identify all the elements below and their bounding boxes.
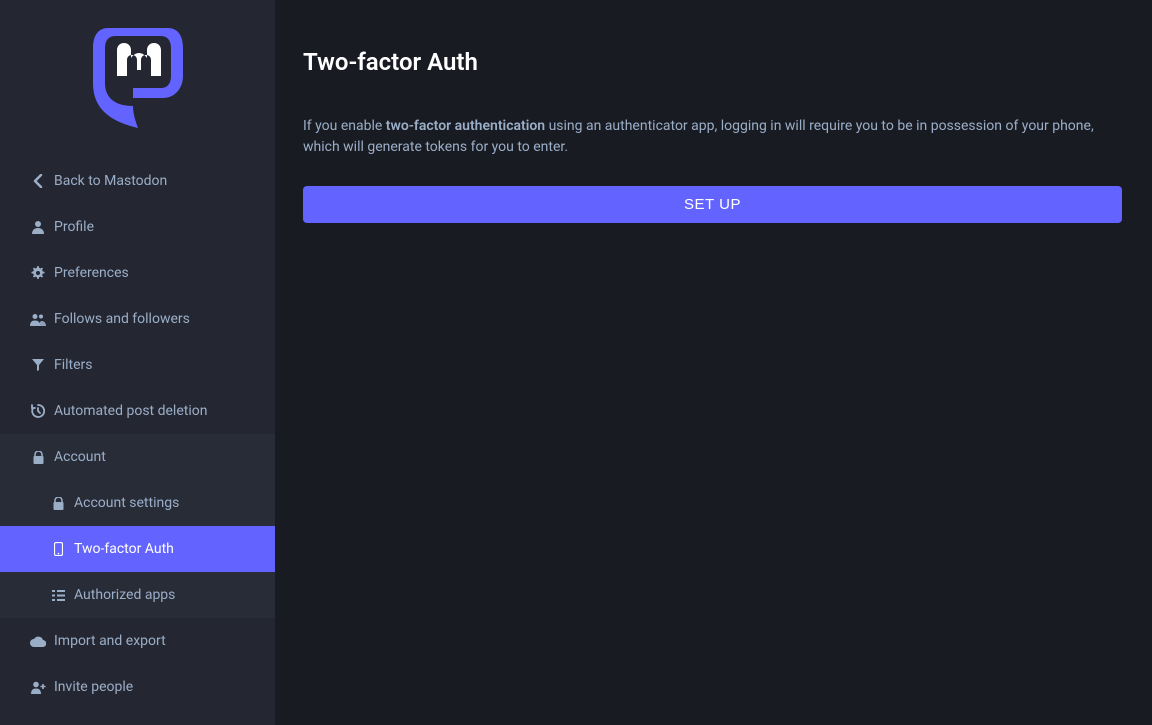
sidebar-item-label: Filters (54, 357, 93, 373)
description-bold: two-factor authentication (386, 118, 545, 134)
sidebar-item-label: Profile (54, 219, 94, 235)
sidebar-item-label: Automated post deletion (54, 403, 207, 419)
sidebar-item-two-factor-auth[interactable]: Two-factor Auth (0, 526, 275, 572)
logo-container (0, 0, 275, 158)
sidebar-item-label: Authorized apps (74, 587, 175, 603)
sidebar-item-account-settings[interactable]: Account settings (0, 480, 275, 526)
users-icon (30, 311, 46, 327)
filter-icon (30, 357, 46, 373)
sidebar-item-preferences[interactable]: Preferences (0, 250, 275, 296)
sidebar-item-account[interactable]: Account (0, 434, 275, 480)
sidebar-item-label: Follows and followers (54, 311, 190, 327)
user-icon (30, 219, 46, 235)
main-content: Two-factor Auth If you enable two-factor… (275, 0, 1152, 725)
description-text: If you enable two-factor authentication … (303, 116, 1122, 158)
page-title: Two-factor Auth (303, 48, 1122, 76)
setup-button[interactable]: SET UP (303, 186, 1122, 223)
sidebar-item-invite-people[interactable]: Invite people (0, 664, 275, 710)
list-icon (50, 587, 66, 603)
sidebar-item-label: Account settings (74, 495, 179, 511)
user-plus-icon (30, 679, 46, 695)
lock-icon (30, 449, 46, 465)
sidebar-item-authorized-apps[interactable]: Authorized apps (0, 572, 275, 618)
sidebar-item-filters[interactable]: Filters (0, 342, 275, 388)
sidebar-item-label: Back to Mastodon (54, 173, 167, 189)
mobile-icon (50, 541, 66, 557)
sidebar-item-back-to-mastodon[interactable]: Back to Mastodon (0, 158, 275, 204)
mastodon-logo-icon (93, 28, 183, 128)
cloud-icon (30, 633, 46, 649)
account-sub-group: Account Account settings Two-factor Auth… (0, 434, 275, 618)
description-prefix: If you enable (303, 118, 386, 134)
history-icon (30, 403, 46, 419)
sidebar-item-follows[interactable]: Follows and followers (0, 296, 275, 342)
sidebar-item-label: Invite people (54, 679, 133, 695)
sidebar-item-automated-post-deletion[interactable]: Automated post deletion (0, 388, 275, 434)
sidebar-item-profile[interactable]: Profile (0, 204, 275, 250)
sidebar-item-import-export[interactable]: Import and export (0, 618, 275, 664)
sidebar-item-label: Two-factor Auth (74, 541, 174, 557)
sidebar-item-label: Preferences (54, 265, 129, 281)
chevron-left-icon (30, 173, 46, 189)
sidebar-item-label: Import and export (54, 633, 166, 649)
sidebar: Back to Mastodon Profile Preferences Fol… (0, 0, 275, 725)
lock-icon (50, 495, 66, 511)
sidebar-item-label: Account (54, 449, 106, 465)
gear-icon (30, 265, 46, 281)
